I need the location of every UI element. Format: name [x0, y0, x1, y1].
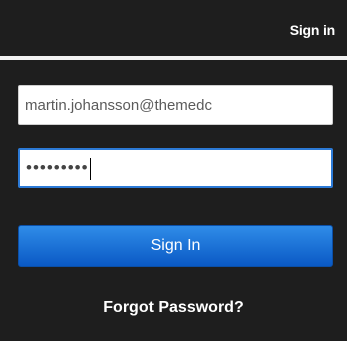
login-panel: martin.johansson@themedc ••••••••• Sign …	[0, 60, 347, 341]
text-cursor	[89, 157, 91, 180]
signin-button[interactable]: Sign In	[18, 225, 333, 267]
signin-link[interactable]: Sign in	[290, 22, 335, 38]
password-mask: •••••••••	[26, 158, 89, 177]
top-bar: Sign in	[0, 0, 347, 56]
password-field[interactable]: •••••••••	[18, 148, 333, 188]
dropdown-caret	[305, 44, 331, 55]
forgot-password-link[interactable]: Forgot Password?	[0, 299, 347, 317]
page: Sign in martin.johansson@themedc •••••••…	[0, 0, 347, 341]
email-field[interactable]: martin.johansson@themedc	[18, 85, 333, 125]
